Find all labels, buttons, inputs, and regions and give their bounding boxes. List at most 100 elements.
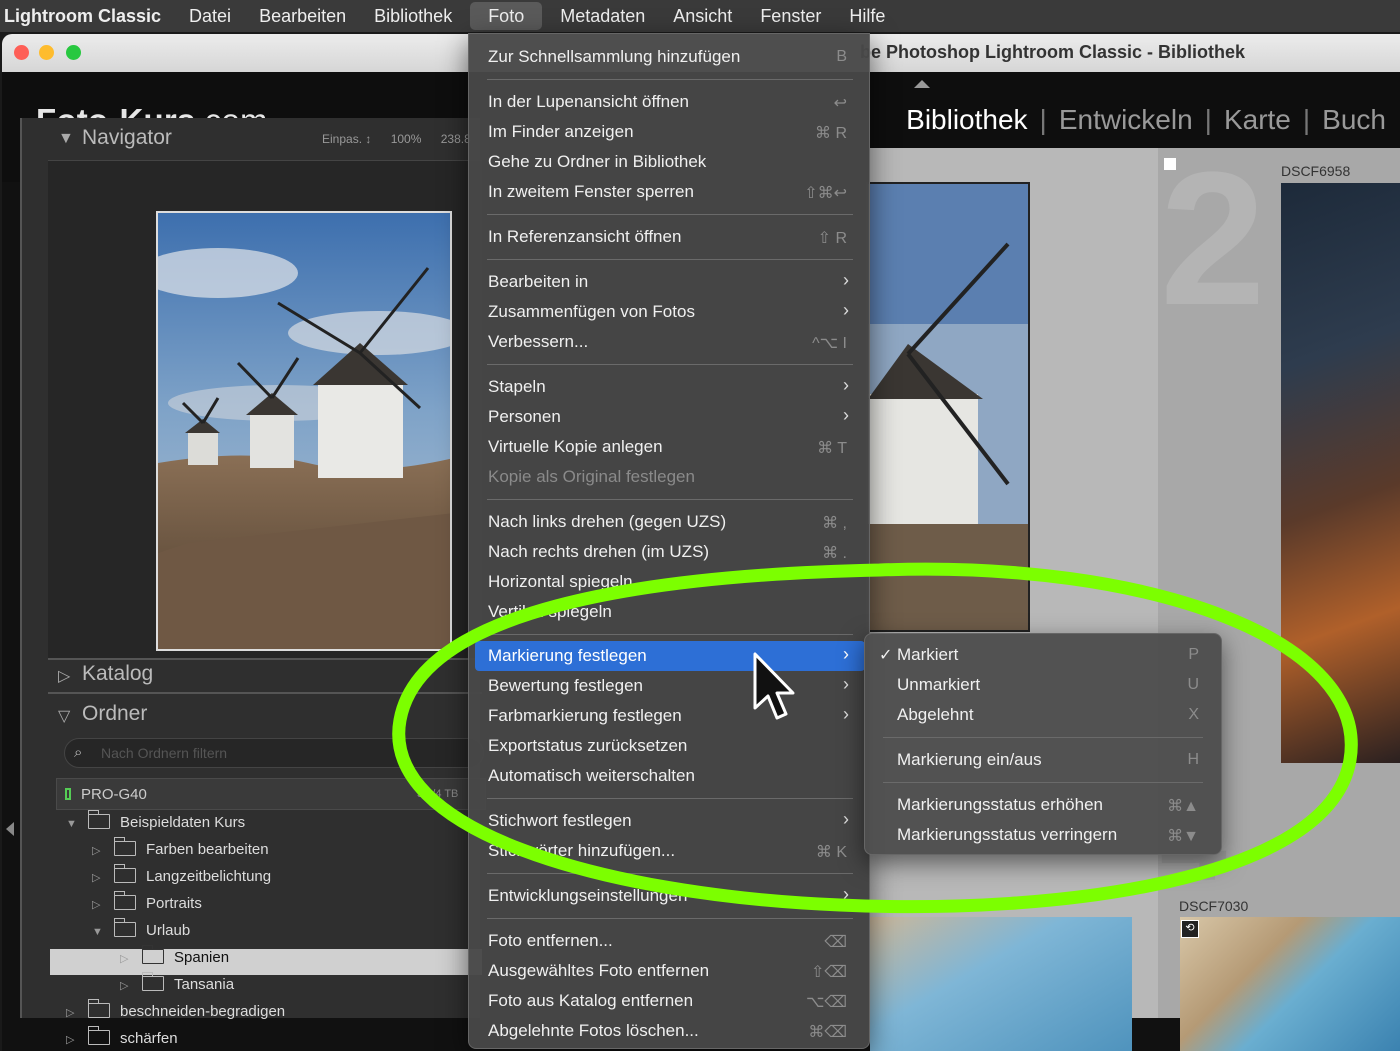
grid-photo-selected[interactable]	[866, 182, 1030, 632]
folder-icon	[88, 999, 110, 1018]
grid-photo[interactable]	[870, 917, 1132, 1051]
folder-toggle-icon[interactable]: ▷	[120, 952, 142, 965]
menu-item-gehe-zu-ordner[interactable]: Gehe zu Ordner in Bibliothek	[475, 147, 865, 177]
menu-foto[interactable]: Foto	[470, 2, 543, 30]
folder-toggle-icon[interactable]: ▷	[120, 979, 142, 992]
menu-item-virtuelle-kopie[interactable]: Virtuelle Kopie anlegen ⌘ T	[475, 432, 865, 462]
folder-label: Spanien	[174, 949, 230, 966]
menu-item-label: Stichwort festlegen	[488, 811, 632, 830]
zoom-100-option[interactable]: 100%	[391, 132, 422, 146]
collapse-left-panel-icon[interactable]	[6, 822, 14, 836]
menu-item-schnellsammlung[interactable]: Zur Schnellsammlung hinzufügen B	[475, 42, 865, 72]
submenu-item-markierung-ein-aus[interactable]: Markierung ein/aus H	[871, 745, 1217, 775]
menu-item-rechts-drehen[interactable]: Nach rechts drehen (im UZS) ⌘ .	[475, 537, 865, 567]
minimize-window-button[interactable]	[39, 45, 54, 60]
folder-toggle-icon[interactable]: ▷	[66, 1006, 88, 1019]
menu-item-aus-katalog-entfernen[interactable]: Foto aus Katalog entfernen ⌥⌫	[475, 986, 865, 1016]
catalog-toggle-icon[interactable]: ▷	[58, 666, 70, 686]
folder-row[interactable]: ▼ Beispieldaten Kurs	[66, 810, 245, 840]
menu-item-shortcut: ⌘ R	[815, 125, 847, 142]
module-buch[interactable]: Buch	[1310, 104, 1398, 136]
app-menu[interactable]: Lightroom Classic	[0, 0, 175, 32]
menu-item-personen[interactable]: Personen ›	[475, 402, 865, 432]
submenu-item-unmarkiert[interactable]: Unmarkiert U	[871, 670, 1217, 700]
submenu-item-abgelehnt[interactable]: Abgelehnt X	[871, 700, 1217, 730]
menu-bearbeiten[interactable]: Bearbeiten	[245, 0, 360, 32]
menu-item-shortcut: H	[1187, 751, 1199, 768]
folder-toggle-icon[interactable]: ▷	[92, 898, 114, 911]
folder-toggle-icon[interactable]: ▷	[92, 844, 114, 857]
folders-header[interactable]: Ordner	[82, 702, 147, 726]
menu-item-markierung-festlegen[interactable]: Markierung festlegen ›	[475, 641, 865, 671]
folder-label: Tansania	[174, 976, 235, 993]
menu-datei[interactable]: Datei	[175, 0, 245, 32]
menu-item-entwicklungseinstellungen[interactable]: Entwicklungseinstellungen ›	[475, 881, 865, 911]
menu-item-links-drehen[interactable]: Nach links drehen (gegen UZS) ⌘ ,	[475, 507, 865, 537]
grid-photo[interactable]	[1180, 917, 1400, 1051]
submenu-item-markiert[interactable]: ✓ Markiert P	[871, 640, 1217, 670]
folder-label: Urlaub	[146, 922, 191, 939]
folders-toggle-icon[interactable]: ▽	[58, 706, 70, 726]
menu-hilfe[interactable]: Hilfe	[835, 0, 899, 32]
collapse-top-panel-icon[interactable]	[914, 80, 930, 88]
menu-item-kopie-als-original: Kopie als Original festlegen	[475, 462, 865, 492]
menu-fenster[interactable]: Fenster	[746, 0, 835, 32]
menu-item-shortcut: ⌥⌫	[805, 994, 847, 1011]
menu-item-verbessern[interactable]: Verbessern... ^⌥ I	[475, 327, 865, 357]
menu-item-abgelehnte-loeschen[interactable]: Abgelehnte Fotos löschen... ⌘⌫	[475, 1016, 865, 1046]
menu-item-weiterschalten[interactable]: Automatisch weiterschalten	[475, 761, 865, 791]
folder-icon	[114, 918, 136, 937]
navigator-photo[interactable]	[156, 211, 452, 651]
folder-label: Farben bearbeiten	[146, 841, 269, 858]
menu-item-label: Personen	[488, 407, 561, 426]
menu-item-label: Foto aus Katalog entfernen	[488, 991, 694, 1010]
menu-item-foto-entfernen[interactable]: Foto entfernen... ⌫	[475, 926, 865, 956]
menu-metadaten[interactable]: Metadaten	[546, 0, 659, 32]
folder-row[interactable]: ▷ Portraits	[92, 891, 202, 921]
menu-item-referenzansicht[interactable]: In Referenzansicht öffnen ⇧ R	[475, 222, 865, 252]
folder-toggle-icon[interactable]: ▼	[92, 926, 114, 938]
module-bibliothek[interactable]: Bibliothek	[894, 104, 1039, 136]
menu-item-horizontal-spiegeln[interactable]: Horizontal spiegeln	[475, 567, 865, 597]
menu-item-ausgewaehltes-foto-entfernen[interactable]: Ausgewähltes Foto entfernen ⇧⌫	[475, 956, 865, 986]
menu-item-zusammenfuegen[interactable]: Zusammenfügen von Fotos ›	[475, 297, 865, 327]
navigator-toggle-icon[interactable]: ▼	[58, 130, 74, 148]
folder-row[interactable]: ▷ schärfen	[66, 1026, 178, 1051]
menu-item-zweites-fenster[interactable]: In zweitem Fenster sperren ⇧⌘↩	[475, 177, 865, 207]
menu-item-lupenansicht[interactable]: In der Lupenansicht öffnen ↩	[475, 87, 865, 117]
menu-ansicht[interactable]: Ansicht	[659, 0, 746, 32]
close-window-button[interactable]	[14, 45, 29, 60]
submenu-item-status-verringern[interactable]: Markierungsstatus verringern ⌘▼	[871, 820, 1217, 850]
folder-toggle-icon[interactable]: ▼	[66, 818, 88, 830]
folder-toggle-icon[interactable]: ▷	[92, 871, 114, 884]
flag-submenu: ✓ Markiert P Unmarkiert U Abgelehnt X Markie…	[864, 633, 1222, 855]
menu-item-stapeln[interactable]: Stapeln ›	[475, 372, 865, 402]
folder-row-selected[interactable]: ▷ Spanien	[50, 945, 482, 975]
menu-item-bewertung-festlegen[interactable]: Bewertung festlegen ›	[475, 671, 865, 701]
folder-filter-input[interactable]: Nach Ordnern filtern	[64, 738, 484, 768]
zoom-window-button[interactable]	[66, 45, 81, 60]
volume-row[interactable]: PRO-G40 3,6/4 TB	[56, 778, 486, 810]
menu-item-farbmarkierung-festlegen[interactable]: Farbmarkierung festlegen ›	[475, 701, 865, 731]
menu-separator	[487, 259, 853, 260]
zoom-fit-option[interactable]: Einpas. ↕	[322, 132, 371, 146]
menu-item-stichwoerter-hinzufuegen[interactable]: Stichwörter hinzufügen... ⌘ K	[475, 836, 865, 866]
menu-item-label: Exportstatus zurücksetzen	[488, 736, 688, 755]
flag-icon[interactable]	[1164, 158, 1176, 170]
navigator-header[interactable]: Navigator	[82, 126, 172, 150]
menu-item-bearbeiten-in[interactable]: Bearbeiten in ›	[475, 267, 865, 297]
zoom-other-option[interactable]: 238.8	[441, 132, 471, 146]
menu-bibliothek[interactable]: Bibliothek	[360, 0, 466, 32]
menu-item-exportstatus[interactable]: Exportstatus zurücksetzen	[475, 731, 865, 761]
folder-row[interactable]: ▷ Tansania	[120, 972, 235, 1002]
menu-item-label: Markierung festlegen	[488, 646, 647, 665]
menu-item-label: Stapeln	[488, 377, 546, 396]
grid-photo[interactable]	[1281, 183, 1400, 763]
menu-item-stichwort-festlegen[interactable]: Stichwort festlegen ›	[475, 806, 865, 836]
submenu-item-status-erhoehen[interactable]: Markierungsstatus erhöhen ⌘▲	[871, 790, 1217, 820]
catalog-header[interactable]: Katalog	[82, 662, 153, 686]
folder-toggle-icon[interactable]: ▷	[66, 1033, 88, 1046]
menu-item-vertikal-spiegeln[interactable]: Vertikal spiegeln	[475, 597, 865, 627]
menu-item-finder[interactable]: Im Finder anzeigen ⌘ R	[475, 117, 865, 147]
windmill-photo	[158, 213, 450, 649]
